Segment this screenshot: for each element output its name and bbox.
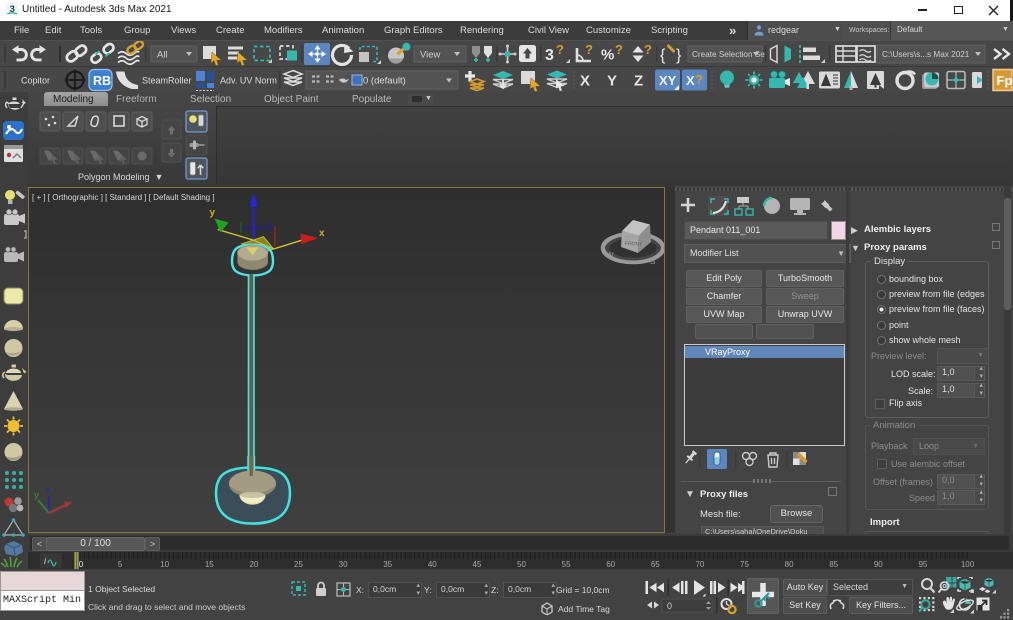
svg-text:Y: Y [607, 73, 617, 90]
svg-text:0: 0 [79, 560, 84, 569]
svg-text:X: X [686, 73, 695, 88]
svg-text:75: 75 [740, 560, 749, 569]
svg-text:15: 15 [205, 560, 214, 569]
svg-text:y: y [34, 490, 39, 500]
svg-text:?: ? [695, 72, 703, 87]
svg-text:100: 100 [961, 560, 975, 569]
svg-text:All: All [157, 50, 168, 61]
svg-text:10: 10 [160, 560, 169, 569]
svg-text:25: 25 [294, 560, 303, 569]
svg-text:XY: XY [659, 73, 677, 88]
svg-text:Adv. UV Norm: Adv. UV Norm [220, 76, 277, 86]
svg-text:40: 40 [428, 560, 437, 569]
svg-text:60: 60 [606, 560, 615, 569]
svg-text:90: 90 [874, 560, 883, 569]
svg-text:70: 70 [695, 560, 704, 569]
svg-text:?: ? [585, 42, 593, 57]
svg-text:SteamRoller: SteamRoller [142, 76, 192, 86]
svg-text:95: 95 [918, 560, 927, 569]
svg-text:?: ? [644, 42, 652, 57]
svg-text:20: 20 [249, 560, 258, 569]
svg-text:Z: Z [634, 73, 643, 90]
svg-text:65: 65 [651, 560, 660, 569]
svg-text:50: 50 [517, 560, 526, 569]
svg-text:85: 85 [829, 560, 838, 569]
svg-text:z: z [46, 485, 51, 495]
svg-text:%: % [601, 47, 614, 64]
svg-text:W: W [606, 251, 614, 260]
svg-text:x: x [319, 228, 325, 239]
svg-text:FRONT: FRONT [625, 241, 643, 248]
svg-text:0: 0 [667, 601, 672, 611]
svg-text:55: 55 [562, 560, 571, 569]
svg-text:?: ? [556, 42, 564, 57]
svg-text:}: } [676, 47, 682, 64]
svg-text:X: X [580, 73, 590, 90]
svg-text:View: View [420, 50, 441, 61]
svg-text:35: 35 [383, 560, 392, 569]
svg-text:?: ? [615, 42, 623, 57]
svg-text:5: 5 [118, 560, 123, 569]
svg-text:{: { [660, 47, 666, 64]
svg-text:Fp: Fp [997, 73, 1013, 88]
svg-text:RB: RB [93, 74, 111, 88]
svg-text:45: 45 [472, 560, 481, 569]
svg-text:30: 30 [339, 560, 348, 569]
svg-text:Copitor: Copitor [21, 76, 50, 86]
svg-text:C:\Users\s...s Max 2021: C:\Users\s...s Max 2021 [882, 50, 970, 59]
svg-text:0 (default): 0 (default) [363, 76, 406, 87]
svg-text:y: y [210, 208, 216, 219]
svg-text:S: S [650, 257, 655, 266]
svg-text:Create Selection Se: Create Selection Se [692, 50, 765, 59]
svg-text:80: 80 [785, 560, 794, 569]
svg-text:3: 3 [545, 47, 554, 64]
